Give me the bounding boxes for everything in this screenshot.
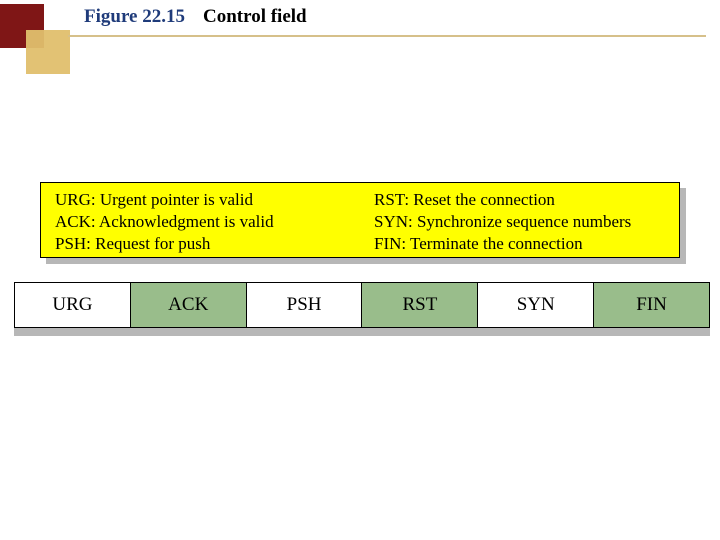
legend-right-col: RST: Reset the connection SYN: Synchroni… (360, 183, 679, 257)
legend-entry: URG: Urgent pointer is valid (55, 189, 346, 211)
flag-cell-rst: RST (361, 282, 477, 328)
legend-entry: ACK: Acknowledgment is valid (55, 211, 346, 233)
flag-cell-ack: ACK (130, 282, 246, 328)
legend-entry: RST: Reset the connection (374, 189, 665, 211)
flag-cell-psh: PSH (246, 282, 362, 328)
legend-entry: PSH: Request for push (55, 233, 346, 255)
legend-entry: SYN: Synchronize sequence numbers (374, 211, 665, 233)
control-flags: URGACKPSHRSTSYNFIN (14, 282, 710, 328)
flag-cell-urg: URG (14, 282, 130, 328)
figure-title-row: Figure 22.15 Control field (84, 6, 307, 28)
legend-box: URG: Urgent pointer is valid ACK: Acknow… (40, 182, 680, 258)
legend-entry: FIN: Terminate the connection (374, 233, 665, 255)
legend-left-col: URG: Urgent pointer is valid ACK: Acknow… (41, 183, 360, 257)
figure-title: Control field (203, 6, 307, 28)
legend: URG: Urgent pointer is valid ACK: Acknow… (40, 182, 680, 258)
flags-row: URGACKPSHRSTSYNFIN (14, 282, 710, 328)
slide-bullet-icon (0, 4, 72, 76)
figure-number: Figure 22.15 (84, 6, 185, 28)
flag-cell-fin: FIN (593, 282, 709, 328)
title-underline (68, 35, 706, 37)
flag-cell-syn: SYN (477, 282, 593, 328)
flags-row-shadow (14, 328, 710, 336)
